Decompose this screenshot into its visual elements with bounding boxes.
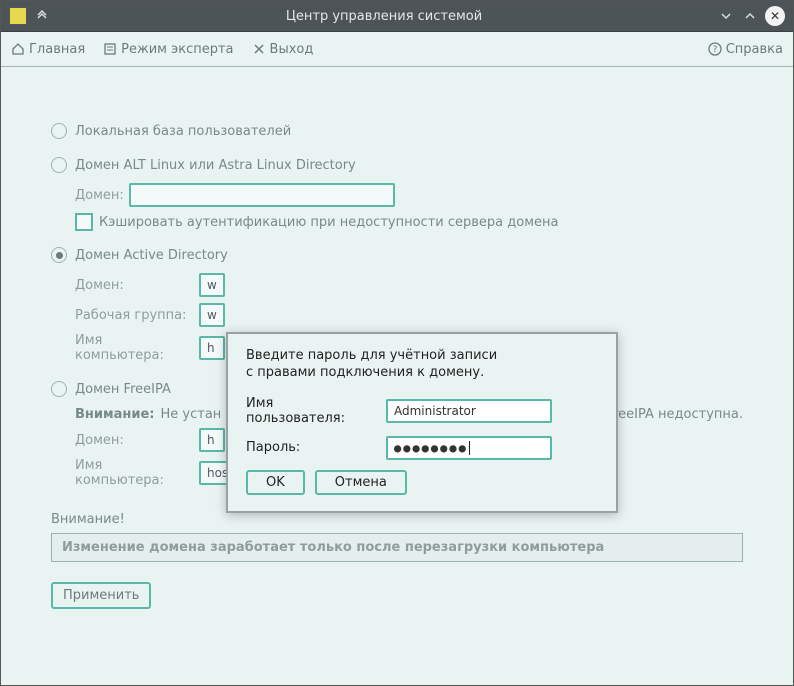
text-caret — [469, 441, 470, 455]
minimize-icon[interactable] — [717, 7, 735, 25]
cache-auth-label: Кэшировать аутентификацию при недоступно… — [99, 215, 558, 230]
alt-domain-input[interactable] — [129, 183, 395, 207]
app-icon — [9, 7, 27, 25]
expert-label: Режим эксперта — [121, 42, 233, 57]
ad-hostname-label: Имя компьютера: — [75, 333, 193, 363]
close-icon[interactable]: ✕ — [765, 6, 785, 26]
toolbar: Главная Режим эксперта Выход ? Справка — [1, 32, 793, 67]
username-label: Имя пользователя: — [246, 396, 376, 426]
notice-box: Изменение домена заработает только после… — [51, 533, 743, 562]
dialog-message-l1: Введите пароль для учётной записи — [246, 348, 497, 363]
home-label: Главная — [29, 42, 85, 57]
rollup-icon[interactable] — [33, 7, 51, 25]
apply-button[interactable]: Применить — [51, 582, 151, 609]
password-label: Пароль: — [246, 440, 376, 455]
help-icon: ? — [708, 42, 722, 56]
radio-alt-label: Домен ALT Linux или Astra Linux Director… — [75, 158, 356, 173]
radio-alt[interactable]: Домен ALT Linux или Astra Linux Director… — [51, 157, 743, 173]
cache-auth-checkbox[interactable] — [75, 213, 93, 231]
cancel-button[interactable]: Отмена — [315, 470, 407, 495]
username-input[interactable]: Administrator — [386, 399, 552, 423]
exit-button[interactable]: Выход — [252, 42, 314, 57]
radio-ad-label: Домен Active Directory — [75, 248, 228, 263]
freeipa-domain-label: Домен: — [75, 433, 193, 448]
auth-dialog: Введите пароль для учётной записи с прав… — [226, 332, 618, 513]
freeipa-hostname-label: Имя компьютера: — [75, 458, 193, 488]
radio-local-input[interactable] — [51, 123, 67, 139]
radio-ad-input[interactable] — [51, 247, 67, 263]
freeipa-warning-text: Не устан — [161, 407, 222, 422]
radio-alt-input[interactable] — [51, 157, 67, 173]
attention-label: Внимание! — [51, 512, 743, 527]
password-input[interactable]: ●●●●●●●● — [386, 436, 552, 460]
radio-local-label: Локальная база пользователей — [75, 124, 291, 139]
main-content: Локальная база пользователей Домен ALT L… — [1, 67, 793, 685]
exit-icon — [252, 42, 266, 56]
ok-button[interactable]: OK — [246, 470, 305, 495]
help-label: Справка — [726, 42, 783, 57]
titlebar: Центр управления системой ✕ — [1, 1, 793, 32]
ad-domain-label: Домен: — [75, 278, 193, 293]
attention-section: Внимание! Изменение домена заработает то… — [51, 512, 743, 562]
expert-mode-button[interactable]: Режим эксперта — [103, 42, 233, 57]
ad-workgroup-input[interactable]: w — [199, 303, 225, 327]
home-icon — [11, 42, 25, 56]
radio-freeipa-input[interactable] — [51, 381, 67, 397]
dialog-message-l2: с правами подключения к домену. — [246, 365, 484, 380]
freeipa-warning-label: Внимание: — [75, 407, 155, 422]
window-title: Центр управления системой — [51, 9, 717, 24]
expert-icon — [103, 42, 117, 56]
ad-workgroup-label: Рабочая группа: — [75, 308, 193, 323]
alt-sub: Домен: Кэшировать аутентификацию при нед… — [75, 183, 743, 231]
radio-ad[interactable]: Домен Active Directory — [51, 247, 743, 263]
freeipa-domain-input[interactable]: h — [199, 428, 225, 452]
radio-local[interactable]: Локальная база пользователей — [51, 123, 743, 139]
home-button[interactable]: Главная — [11, 42, 85, 57]
ad-hostname-input[interactable]: h — [199, 336, 225, 360]
maximize-icon[interactable] — [741, 7, 759, 25]
alt-domain-label: Домен: — [75, 188, 123, 203]
radio-freeipa-label: Домен FreeIPA — [75, 382, 171, 397]
dialog-message: Введите пароль для учётной записи с прав… — [246, 348, 598, 382]
app-window: Центр управления системой ✕ Главная Режи… — [0, 0, 794, 686]
ad-domain-input[interactable]: w — [199, 273, 225, 297]
svg-text:?: ? — [712, 45, 717, 55]
help-button[interactable]: ? Справка — [708, 42, 783, 57]
exit-label: Выход — [270, 42, 314, 57]
